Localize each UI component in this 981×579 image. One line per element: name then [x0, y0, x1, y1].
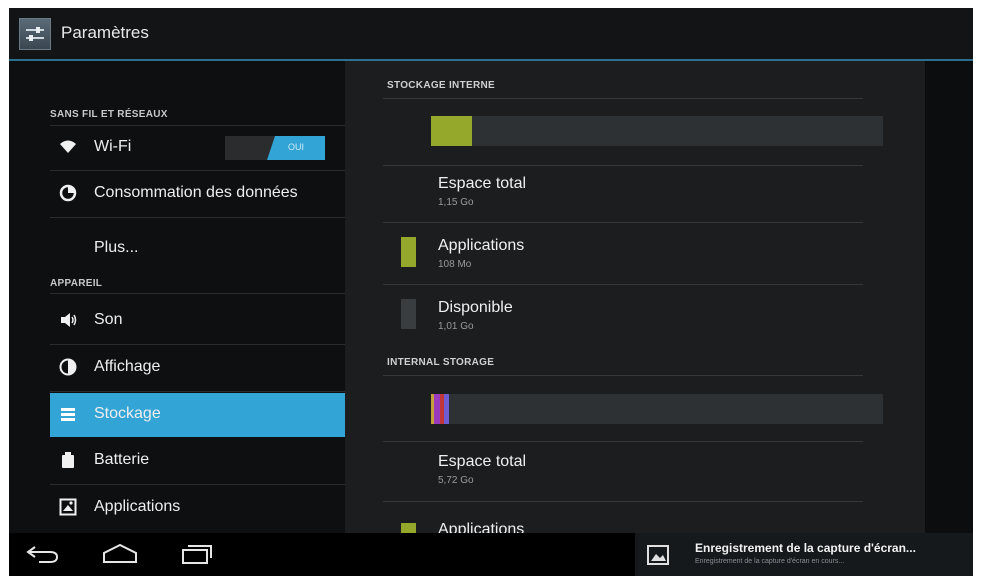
storage-available-value: 1,01 Go — [438, 321, 474, 332]
data-usage-label: Consommation des données — [94, 184, 298, 201]
wifi-icon — [60, 140, 76, 153]
storage-total-label-2: Espace total — [438, 453, 527, 470]
divider — [50, 293, 345, 294]
divider — [383, 284, 863, 285]
wifi-toggle[interactable]: OUI — [225, 136, 325, 160]
volume-icon — [61, 313, 77, 327]
home-icon[interactable] — [101, 543, 139, 565]
more-label: Plus... — [94, 239, 139, 256]
notification-subtitle: Enregistrement de la capture d'écran en … — [695, 558, 845, 565]
storage-icon — [61, 408, 75, 421]
divider — [50, 217, 345, 218]
available-color-swatch — [401, 299, 416, 329]
storage-total-label: Espace total — [438, 175, 527, 192]
divider — [383, 441, 863, 442]
screenshot-notification[interactable]: Enregistrement de la capture d'écran... … — [635, 533, 973, 576]
storage-total-value-2: 5,72 Go — [438, 475, 474, 486]
list-item-display[interactable]: Affichage — [50, 346, 345, 390]
storage-total-value: 1,15 Go — [438, 197, 474, 208]
picture-icon — [647, 545, 669, 565]
storage-usage-bar — [431, 116, 883, 146]
page-title: Paramètres — [61, 23, 149, 42]
storage-detail: STOCKAGE INTERNE Espace total 1,15 Go Ap… — [345, 61, 925, 533]
notification-title: Enregistrement de la capture d'écran... — [695, 541, 916, 555]
storage-apps-label: Applications — [438, 237, 525, 254]
divider — [50, 344, 345, 345]
divider — [383, 501, 863, 502]
storage-apps-value: 108 Mo — [438, 259, 472, 270]
list-item-apps[interactable]: Applications — [50, 486, 345, 530]
list-item-data-usage[interactable]: Consommation des données — [50, 172, 345, 216]
wifi-toggle-on: OUI — [267, 136, 325, 160]
storage-label: Stockage — [94, 405, 161, 422]
apps-color-swatch — [401, 237, 416, 267]
storage-usage-bar-2 — [431, 394, 883, 424]
battery-icon — [62, 452, 74, 468]
battery-label: Batterie — [94, 451, 150, 468]
section-header-device: APPAREIL — [50, 278, 103, 289]
apps-icon — [59, 498, 77, 516]
display-icon — [59, 358, 77, 376]
divider — [50, 391, 345, 392]
back-icon[interactable] — [25, 543, 61, 565]
apps-label: Applications — [94, 498, 181, 515]
list-item-sound[interactable]: Son — [50, 299, 345, 343]
settings-list: SANS FIL ET RÉSEAUX Wi-Fi OUI Consommati… — [9, 61, 345, 533]
action-bar: Paramètres — [9, 8, 973, 61]
divider — [383, 222, 863, 223]
section-header-internal-storage: STOCKAGE INTERNE — [387, 80, 495, 91]
storage-segment-3 — [444, 394, 449, 424]
storage-available-label: Disponible — [438, 299, 513, 316]
list-item-more[interactable]: Plus... — [50, 219, 345, 263]
navigation-bar: Enregistrement de la capture d'écran... … — [9, 533, 973, 576]
data-usage-icon — [59, 184, 77, 202]
list-item-battery[interactable]: Batterie — [50, 439, 345, 483]
sound-label: Son — [94, 311, 123, 328]
right-edge — [925, 61, 973, 533]
display-label: Affichage — [94, 358, 161, 375]
section-header-wireless: SANS FIL ET RÉSEAUX — [50, 109, 168, 120]
list-item-storage[interactable]: Stockage — [50, 393, 345, 437]
storage-apps-label-2: Applications — [438, 521, 525, 533]
apps-color-swatch-2 — [401, 523, 416, 533]
divider — [383, 165, 863, 166]
storage-usage-fill — [431, 116, 472, 146]
divider — [383, 98, 863, 99]
divider — [50, 170, 345, 171]
list-item-wifi[interactable]: Wi-Fi OUI — [50, 126, 345, 170]
tablet-screen: Paramètres SANS FIL ET RÉSEAUX Wi-Fi OUI… — [9, 8, 973, 576]
divider — [50, 484, 345, 485]
recents-icon[interactable] — [179, 543, 213, 565]
wifi-toggle-label: OUI — [287, 142, 304, 152]
divider — [383, 375, 863, 376]
settings-app-icon[interactable] — [19, 18, 51, 50]
section-header-internal-storage-2: INTERNAL STORAGE — [387, 357, 495, 368]
wifi-label: Wi-Fi — [94, 138, 132, 155]
